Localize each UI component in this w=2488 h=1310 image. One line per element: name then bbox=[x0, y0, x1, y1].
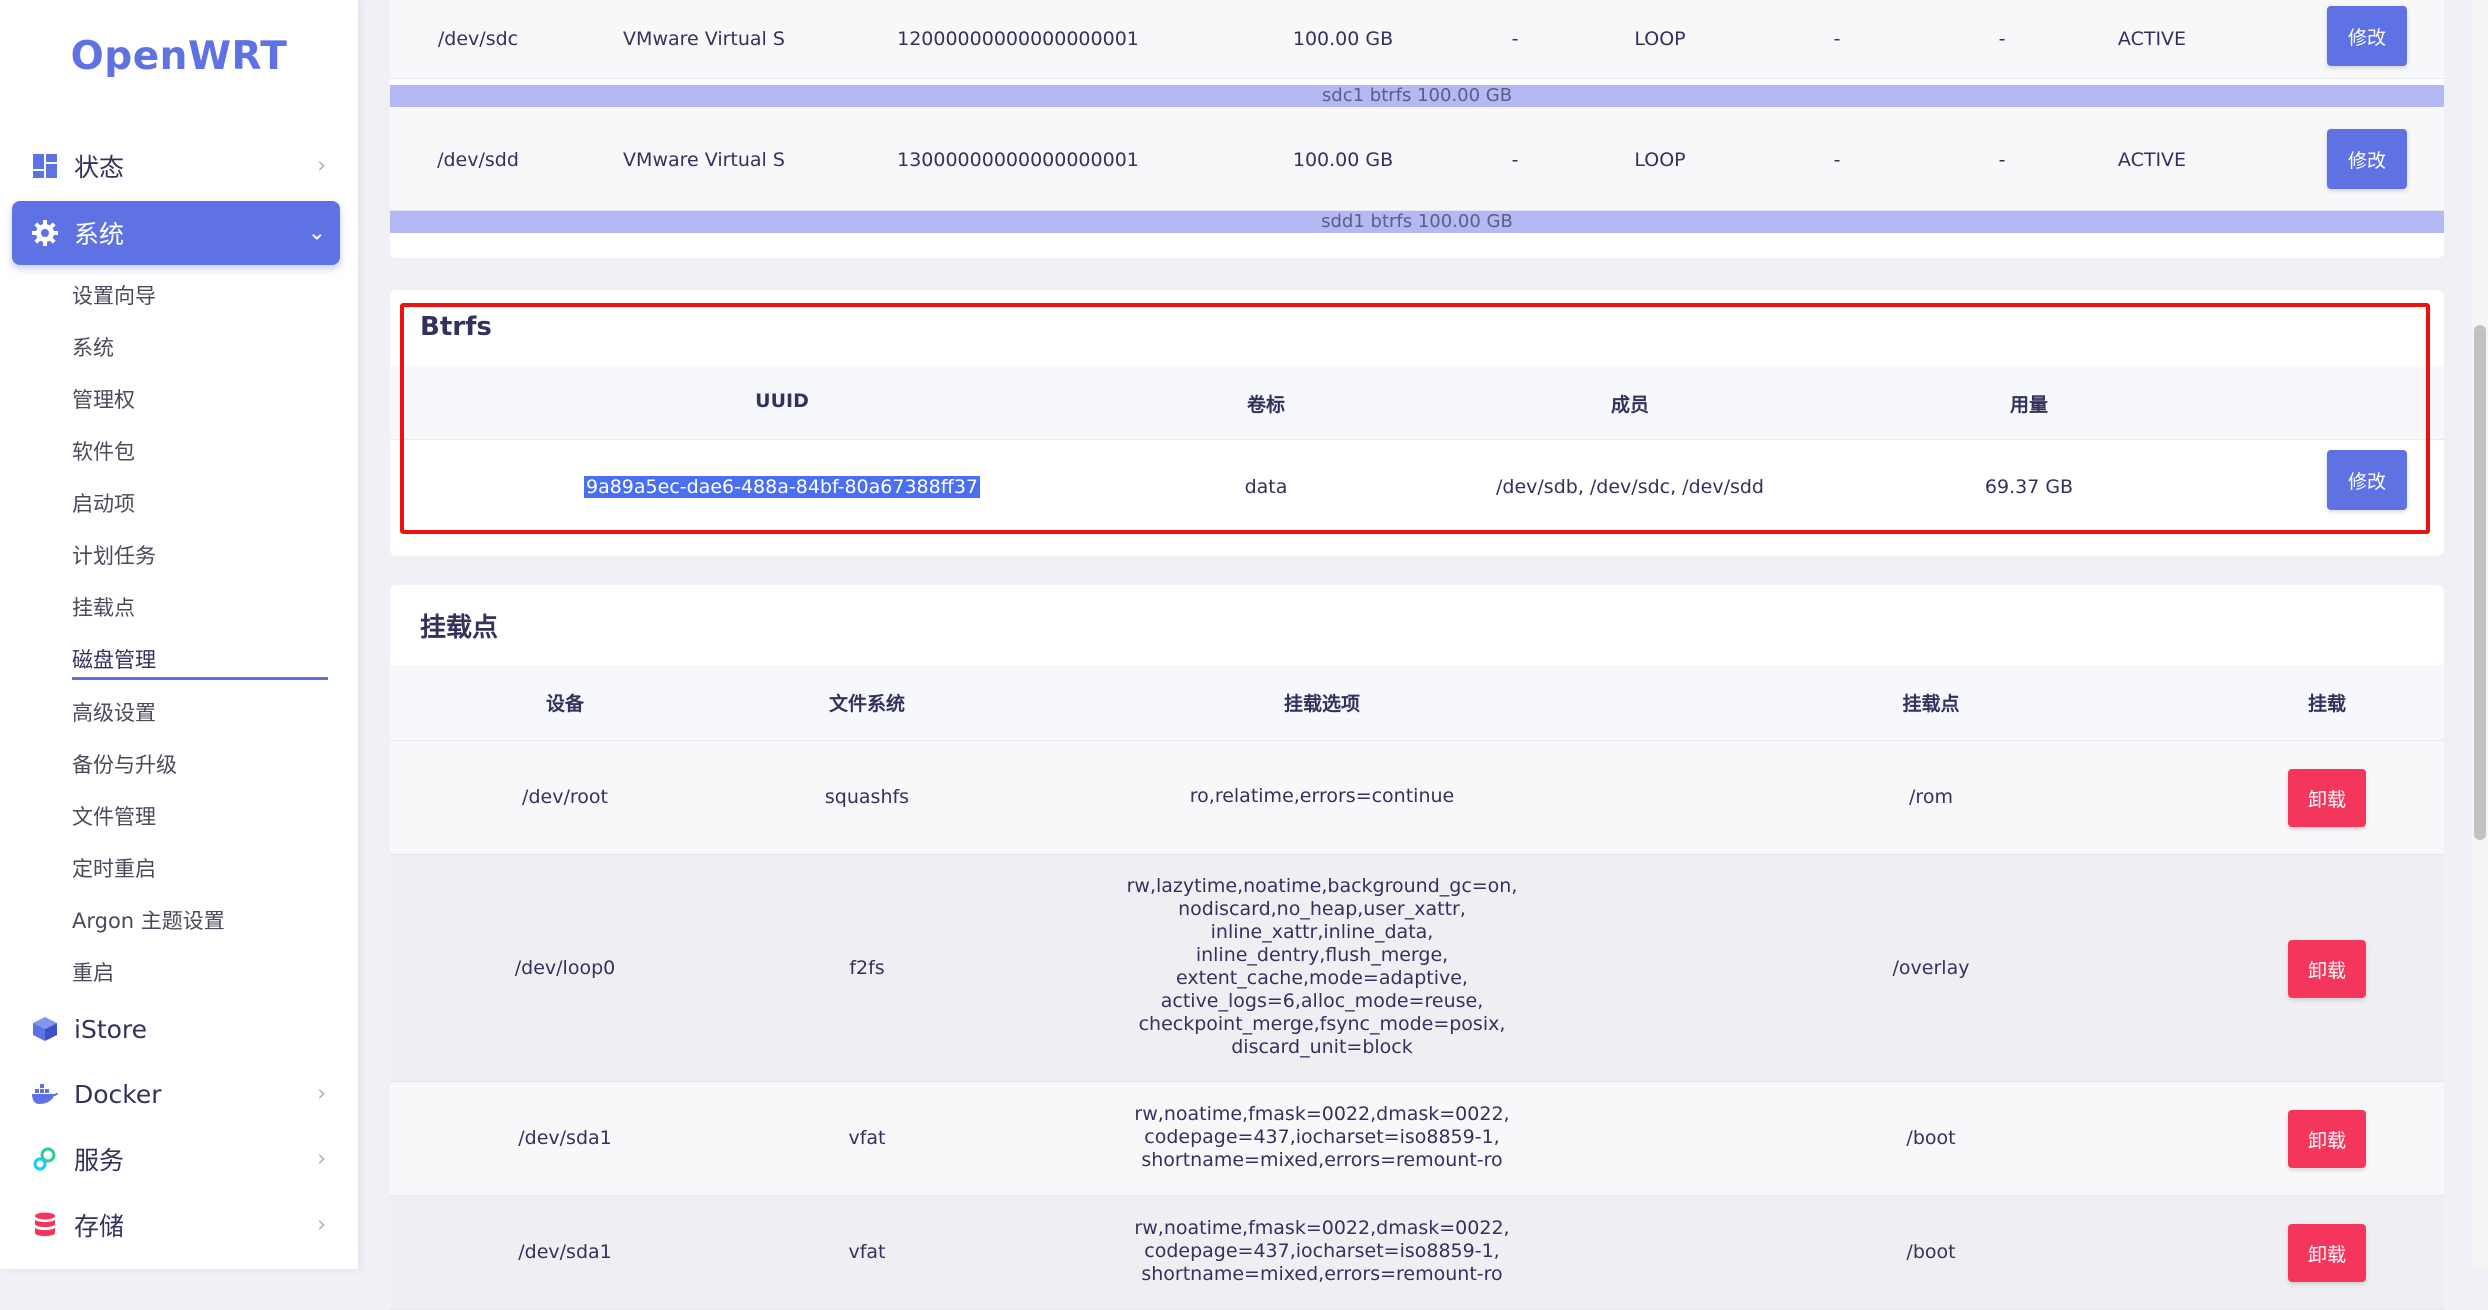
partition-bar[interactable]: sdc1 btrfs 100.00 GB bbox=[390, 85, 2444, 107]
sidebar-item-label: 状态 bbox=[74, 153, 125, 182]
sidebar-item-label: Docker bbox=[74, 1079, 162, 1109]
subitem-advanced[interactable]: 高级设置 bbox=[72, 697, 156, 727]
unmount-button[interactable]: 卸载 bbox=[2288, 1110, 2366, 1168]
subitem-disk-manager[interactable]: 磁盘管理 bbox=[72, 644, 156, 674]
highlight-box bbox=[400, 303, 2430, 534]
sidebar-item-storage[interactable]: 存储 › bbox=[12, 1193, 340, 1257]
subitem-argon-theme[interactable]: Argon 主题设置 bbox=[72, 905, 225, 935]
mount-filesystem: vfat bbox=[848, 1127, 886, 1149]
header-device: 设备 bbox=[545, 693, 585, 715]
mounts-title: 挂载点 bbox=[420, 613, 499, 643]
subitem-packages[interactable]: 软件包 bbox=[72, 436, 135, 466]
table-row: /dev/root squashfs ro,relatime,errors=co… bbox=[390, 741, 2444, 855]
edit-disk-button[interactable]: 修改 bbox=[2327, 6, 2407, 66]
disk-path: /dev/sdc bbox=[437, 28, 519, 50]
disk-model: VMware Virtual S bbox=[623, 149, 785, 171]
disk-col7: - bbox=[1833, 28, 1841, 50]
header-mountpoint: 挂载点 bbox=[1902, 693, 1960, 715]
chevron-right-icon: › bbox=[317, 1146, 326, 1172]
sidebar: OpenWRT 状态 › 系统 ⌄ 设置向导 系统 管理权 软件包 启动项 计划… bbox=[0, 0, 358, 1269]
chevron-right-icon: › bbox=[317, 1212, 326, 1238]
disk-table-card: /dev/sdc VMware Virtual S 12000000000000… bbox=[390, 0, 2444, 258]
disk-type: LOOP bbox=[1634, 149, 1686, 171]
mount-device: /dev/root bbox=[522, 786, 608, 808]
table-row: /dev/sdc VMware Virtual S 12000000000000… bbox=[390, 0, 2444, 79]
subitem-system[interactable]: 系统 bbox=[72, 332, 114, 362]
edit-disk-button[interactable]: 修改 bbox=[2327, 129, 2407, 189]
subitem-setup-wizard[interactable]: 设置向导 bbox=[72, 280, 156, 310]
cube-icon bbox=[30, 1014, 60, 1044]
disk-size: 100.00 GB bbox=[1292, 149, 1394, 171]
subitem-startup[interactable]: 启动项 bbox=[72, 488, 135, 518]
subitem-admin[interactable]: 管理权 bbox=[72, 384, 135, 414]
mounts-card: 挂载点 设备 文件系统 挂载选项 挂载点 挂载 /dev/root squash… bbox=[390, 585, 2444, 1310]
disk-model: VMware Virtual S bbox=[623, 28, 785, 50]
database-icon bbox=[30, 1210, 60, 1240]
mount-options: ro,relatime,errors=continue bbox=[1189, 785, 1455, 807]
disk-size: 100.00 GB bbox=[1292, 28, 1394, 50]
table-row: /dev/loop0 f2fs rw,lazytime,noatime,back… bbox=[390, 855, 2444, 1082]
sidebar-item-services[interactable]: 服务 › bbox=[12, 1127, 340, 1191]
dashboard-icon bbox=[30, 151, 60, 181]
subitem-backup[interactable]: 备份与升级 bbox=[72, 749, 177, 779]
mount-filesystem: f2fs bbox=[849, 957, 885, 979]
header-mount-options: 挂载选项 bbox=[1283, 693, 1361, 715]
mount-point: /rom bbox=[1909, 786, 1953, 808]
sidebar-item-istore[interactable]: iStore bbox=[12, 997, 340, 1061]
mounts-table-header: 设备 文件系统 挂载选项 挂载点 挂载 bbox=[390, 665, 2444, 741]
mount-device: /dev/loop0 bbox=[514, 957, 616, 979]
mount-options: rw,noatime,fmask=0022,dmask=0022, codepa… bbox=[1134, 1217, 1510, 1285]
subitem-cron[interactable]: 计划任务 bbox=[72, 540, 156, 570]
unmount-button[interactable]: 卸载 bbox=[2288, 1224, 2366, 1282]
disk-serial: 13000000000000000001 bbox=[897, 149, 1139, 171]
chevron-down-icon: ⌄ bbox=[307, 220, 326, 246]
mount-device: /dev/sda1 bbox=[518, 1127, 612, 1149]
mount-device: /dev/sda1 bbox=[518, 1241, 612, 1263]
sidebar-item-status[interactable]: 状态 › bbox=[12, 134, 340, 198]
subitem-scheduled-reboot[interactable]: 定时重启 bbox=[72, 853, 156, 883]
chevron-right-icon: › bbox=[317, 153, 326, 179]
disk-serial: 12000000000000000001 bbox=[897, 28, 1139, 50]
disk-col8: - bbox=[1998, 28, 2006, 50]
sidebar-item-docker[interactable]: Docker › bbox=[12, 1062, 340, 1126]
sidebar-item-label: iStore bbox=[74, 1014, 148, 1044]
mount-options: rw,lazytime,noatime,background_gc=on, no… bbox=[1126, 875, 1518, 1058]
disk-type: LOOP bbox=[1634, 28, 1686, 50]
gear-icon bbox=[30, 218, 60, 248]
mount-filesystem: vfat bbox=[848, 1241, 886, 1263]
brand-logo[interactable]: OpenWRT bbox=[0, 34, 358, 79]
subitem-mountpoints[interactable]: 挂载点 bbox=[72, 592, 135, 622]
chevron-right-icon: › bbox=[317, 1081, 326, 1107]
services-icon bbox=[30, 1144, 60, 1174]
table-row: /dev/sdd VMware Virtual S 13000000000000… bbox=[390, 107, 2444, 211]
disk-col7: - bbox=[1833, 149, 1841, 171]
subitem-reboot[interactable]: 重启 bbox=[72, 957, 114, 987]
disk-col8: - bbox=[1998, 149, 2006, 171]
docker-icon bbox=[30, 1079, 60, 1109]
mount-options: rw,noatime,fmask=0022,dmask=0022, codepa… bbox=[1134, 1103, 1510, 1171]
disk-path: /dev/sdd bbox=[437, 149, 519, 171]
mount-point: /overlay bbox=[1892, 957, 1970, 979]
disk-status: ACTIVE bbox=[2117, 28, 2187, 50]
mount-point: /boot bbox=[1906, 1127, 1956, 1149]
table-row: /dev/sda1 vfat rw,noatime,fmask=0022,dma… bbox=[390, 1082, 2444, 1196]
mount-filesystem: squashfs bbox=[824, 786, 910, 808]
active-underline bbox=[72, 677, 328, 680]
sidebar-item-label: 服务 bbox=[74, 1146, 125, 1175]
partition-bar[interactable]: sdd1 btrfs 100.00 GB bbox=[390, 211, 2444, 233]
header-mount-action: 挂载 bbox=[2307, 693, 2347, 715]
header-filesystem: 文件系统 bbox=[828, 693, 906, 715]
sidebar-item-label: 系统 bbox=[74, 220, 125, 249]
scrollbar-thumb[interactable] bbox=[2474, 325, 2486, 840]
mount-point: /boot bbox=[1906, 1241, 1956, 1263]
sidebar-item-system[interactable]: 系统 ⌄ bbox=[12, 201, 340, 265]
subitem-filemanager[interactable]: 文件管理 bbox=[72, 801, 156, 831]
table-row: /dev/sda1 vfat rw,noatime,fmask=0022,dma… bbox=[390, 1196, 2444, 1310]
disk-status: ACTIVE bbox=[2117, 149, 2187, 171]
disk-col5: - bbox=[1511, 149, 1519, 171]
unmount-button[interactable]: 卸载 bbox=[2288, 940, 2366, 998]
disk-col5: - bbox=[1511, 28, 1519, 50]
unmount-button[interactable]: 卸载 bbox=[2288, 769, 2366, 827]
sidebar-item-label: 存储 bbox=[74, 1212, 125, 1241]
